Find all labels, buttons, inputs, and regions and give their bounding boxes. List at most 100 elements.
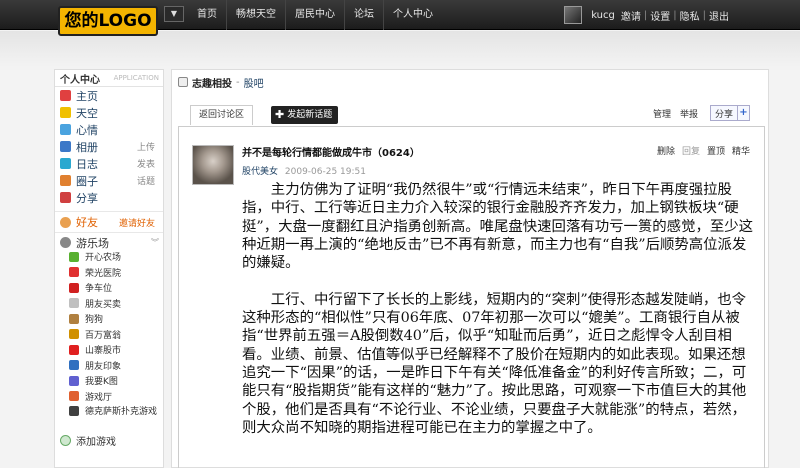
game-item[interactable]: 朋友印象 (55, 358, 163, 374)
reply-link[interactable]: 回复 (682, 144, 700, 157)
mood-icon (60, 124, 71, 135)
sidebar-item-label: 分享 (76, 191, 98, 205)
group-icon (178, 77, 188, 87)
delete-link[interactable]: 删除 (657, 144, 675, 157)
nav-personal-center[interactable]: 个人中心 (383, 0, 442, 30)
breadcrumb-forum[interactable]: 股吧 (244, 75, 264, 90)
game-icon (69, 360, 79, 371)
game-label: 朋友印象 (85, 361, 122, 372)
game-label: 狗狗 (85, 315, 104, 326)
settings-link[interactable]: 设置 (647, 8, 673, 23)
game-item[interactable]: 我要K图 (55, 373, 163, 389)
sidebar-item-6[interactable]: 分享 (55, 189, 163, 206)
group-icon (60, 175, 71, 186)
tab-back-to-discussion[interactable]: 返回讨论区 (190, 105, 254, 125)
post-paragraph: 工行、中行留下了长长的上影线，短期内的“突刺”使得形态越发陡峭，也令这种形态的“… (242, 291, 747, 436)
share-button[interactable]: 分享 + (709, 105, 750, 121)
post-paragraph: 主力仿佛为了证明“我仍然很牛”或“行情远未结束”，昨日下午再度强拉股指，中行、工… (242, 182, 754, 272)
game-item[interactable]: 开心农场 (55, 249, 163, 265)
game-icon (69, 344, 79, 355)
toolbar: 管理 举报 分享 + (644, 104, 750, 122)
game-item[interactable]: 百万富翁 (55, 327, 163, 343)
logo-dropdown-button[interactable]: ▼ (164, 6, 184, 22)
post-title: 并不是每轮行情都能做成牛市（0624） (242, 148, 420, 159)
add-icon (60, 434, 71, 446)
game-item[interactable]: 游戏厅 (55, 389, 163, 405)
game-item[interactable]: 朋友买卖 (55, 296, 163, 312)
privacy-link[interactable]: 隐私 (677, 8, 703, 23)
sidebar-item-label: 好友 (76, 216, 98, 229)
post: 并不是每轮行情都能做成牛市（0624） 股代美女 2009-06-25 19:5… (178, 126, 765, 468)
chevron-down-icon[interactable]: ︾ (151, 237, 159, 248)
game-icon (69, 267, 79, 278)
invite-friends-link[interactable]: 邀请好友 (119, 216, 155, 229)
new-topic-button[interactable]: ✚ 发起新话题 (271, 106, 339, 124)
sidebar-item-label: 游乐场 (76, 236, 109, 250)
sidebar-item-label: 日志 (76, 157, 98, 171)
add-game-button[interactable]: 添加游戏 (55, 432, 163, 448)
breadcrumb: 志趣相投 - 股吧 (178, 75, 264, 90)
share-label: 分享 (714, 109, 733, 120)
sidebar-item-label: 心情 (76, 123, 98, 137)
sidebar-subtitle: APPLICATION (113, 74, 159, 82)
sidebar-item-label: 主页 (76, 89, 98, 103)
sidebar-item-label: 天空 (76, 106, 98, 120)
nav-home[interactable]: 首页 (188, 0, 226, 30)
sidebar-item-3[interactable]: 相册 上传 (55, 138, 163, 155)
post-actions: 删除 回复 置顶 精华 (650, 144, 750, 157)
game-icon (69, 251, 79, 262)
star-icon (60, 107, 71, 118)
plus-icon: ✚ (275, 108, 285, 121)
game-label: 我要K图 (85, 377, 118, 388)
nav-resident-center[interactable]: 居民中心 (285, 0, 344, 30)
sidebar-item-2[interactable]: 心情 (55, 121, 163, 138)
nav-forum[interactable]: 论坛 (344, 0, 383, 30)
manage-link[interactable]: 管理 (653, 107, 671, 120)
user-bar: kucg 邀请 | 设置 | 隐私 | 退出 (564, 0, 732, 30)
sidebar-item-friends[interactable]: 好友 邀请好友 (55, 211, 163, 229)
game-item[interactable]: 荣光医院 (55, 265, 163, 281)
add-game-label: 添加游戏 (76, 436, 116, 448)
friends-icon (60, 216, 71, 228)
sidebar-item-action[interactable]: 话题 (137, 174, 155, 187)
pin-link[interactable]: 置顶 (707, 144, 725, 157)
sidebar-item-games[interactable]: 游乐场 ︾ (55, 232, 163, 250)
user-name-link[interactable]: kucg (588, 10, 618, 21)
sidebar-item-1[interactable]: 天空 (55, 104, 163, 121)
game-label: 山寨股市 (85, 346, 122, 357)
game-icon (69, 298, 79, 309)
game-icon (69, 375, 79, 386)
game-item[interactable]: 狗狗 (55, 311, 163, 327)
sidebar: 个人中心 APPLICATION 主页天空心情相册 上传日志 发表圈子 话题分享 好友… (54, 69, 164, 468)
nav-sky[interactable]: 畅想天空 (226, 0, 285, 30)
main-panel: 志趣相投 - 股吧 返回讨论区 ✚ 发起新话题 管理 举报 分享 + 并不是每轮… (171, 69, 769, 468)
game-label: 百万富翁 (85, 330, 122, 341)
gamepad-icon (60, 237, 71, 248)
logout-link[interactable]: 退出 (706, 8, 732, 23)
breadcrumb-group[interactable]: 志趣相投 (192, 75, 232, 90)
game-item[interactable]: 山寨股市 (55, 342, 163, 358)
sidebar-item-action[interactable]: 发表 (137, 157, 155, 170)
game-item[interactable]: 争车位 (55, 280, 163, 296)
sidebar-item-label: 相册 (76, 140, 98, 154)
site-logo[interactable]: 您的LOGO (58, 6, 158, 36)
games-list: 开心农场荣光医院 争车位 朋友买卖狗狗百万富翁山寨股市朋友印象我要K图 游戏厅 德克萨斯… (55, 249, 163, 430)
sidebar-menu: 主页天空心情相册 上传日志 发表圈子 话题分享 (55, 87, 163, 206)
sidebar-header: 个人中心 APPLICATION (55, 70, 163, 87)
top-nav: 首页 畅想天空 居民中心 论坛 个人中心 (188, 0, 442, 30)
feature-link[interactable]: 精华 (732, 144, 750, 157)
sidebar-item-action[interactable]: 上传 (137, 140, 155, 153)
report-link[interactable]: 举报 (680, 107, 698, 120)
invite-link[interactable]: 邀请 (618, 8, 644, 23)
sidebar-item-0[interactable]: 主页 (55, 87, 163, 104)
user-avatar[interactable] (564, 6, 583, 24)
sidebar-item-4[interactable]: 日志 发表 (55, 155, 163, 172)
post-author[interactable]: 股代美女 (242, 167, 278, 177)
game-icon (69, 329, 79, 340)
author-avatar[interactable] (192, 145, 234, 185)
sidebar-item-label: 圈子 (76, 174, 98, 188)
game-icon (69, 282, 79, 293)
game-label: 荣光医院 (85, 268, 122, 279)
sidebar-item-5[interactable]: 圈子 话题 (55, 172, 163, 189)
game-item[interactable]: 德克萨斯扑克游戏 (55, 404, 163, 430)
